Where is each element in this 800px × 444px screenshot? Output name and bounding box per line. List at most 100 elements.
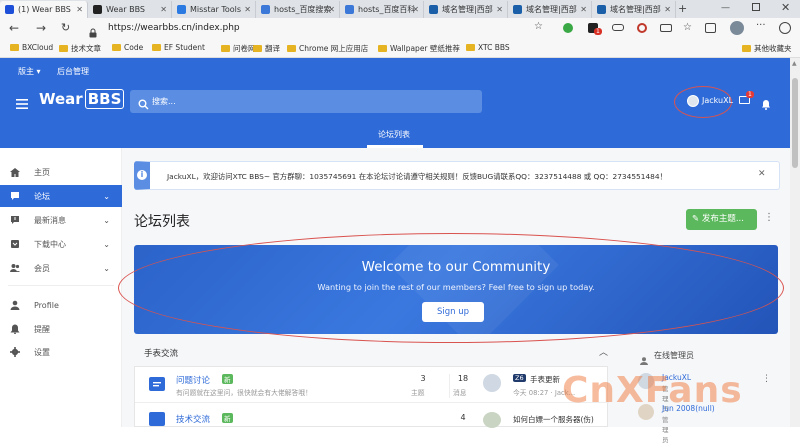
sidebar-item[interactable]: 设置 <box>0 341 122 363</box>
folder-icon <box>10 44 19 51</box>
favorites-icon[interactable]: ☆ <box>683 22 692 33</box>
notice-close-icon[interactable]: ✕ <box>758 169 766 179</box>
admin-link[interactable]: 后台管理 <box>57 66 89 77</box>
chevron-down-icon[interactable]: ⌄ <box>103 240 110 249</box>
bookmark-item[interactable]: BXCloud <box>10 43 53 52</box>
tab-close-icon[interactable]: ✕ <box>580 5 587 14</box>
bookmark-item[interactable]: 问卷网 <box>221 43 256 54</box>
sidebar-item-label: 主页 <box>34 167 50 177</box>
browser-tab[interactable]: 域名管理|西部 ✕ <box>592 1 676 18</box>
last-post-title[interactable]: 如何白嫖一个服务器(伤) <box>513 414 594 425</box>
sidebar-item[interactable]: 最新消息 ⌄ <box>0 209 122 231</box>
forum-title[interactable]: 问题讨论 <box>176 374 210 386</box>
sidebar-item[interactable]: 下载中心 ⌄ <box>0 233 122 255</box>
menu-icon[interactable] <box>16 94 28 109</box>
chevron-down-icon[interactable]: ⌄ <box>103 264 110 273</box>
sidebar-item-label: 下载中心 <box>34 239 66 249</box>
tab-close-icon[interactable]: ✕ <box>76 5 83 14</box>
browser-tab[interactable]: 域名管理|西部 ✕ <box>424 1 508 18</box>
minimize-button[interactable]: — <box>721 3 730 13</box>
sidebar-item[interactable]: Profile <box>0 294 122 316</box>
star-icon[interactable]: ☆ <box>534 21 543 32</box>
mail-badge: 1 <box>746 91 754 98</box>
other-bookmarks-folder[interactable]: 其他收藏夹 <box>742 43 792 54</box>
sidebar-item[interactable]: 提醒 <box>0 318 122 340</box>
gear-icon <box>10 347 20 357</box>
notification-bell-icon[interactable] <box>761 95 771 110</box>
tab-title: hosts_百度百科 <box>358 5 416 14</box>
collections-icon[interactable] <box>705 23 716 33</box>
user-name[interactable]: JackuXL <box>702 96 733 105</box>
bookmark-item[interactable]: 翻译 <box>253 43 280 54</box>
bookmark-item[interactable]: EF Student <box>152 43 205 52</box>
last-post-title[interactable]: 手表更新 <box>530 374 560 385</box>
extension-icon-1[interactable] <box>563 23 573 33</box>
bookmark-item[interactable]: Wallpaper 壁纸推荐 <box>378 43 460 54</box>
extension-icon-4[interactable] <box>637 23 647 33</box>
tab-forum-list[interactable]: 论坛列表 <box>378 129 410 140</box>
scroll-thumb[interactable] <box>792 78 798 168</box>
bookmark-item[interactable]: Code <box>112 43 143 52</box>
site-top-nav: 版主 ▾ 后台管理 <box>0 58 790 84</box>
browser-tab[interactable]: Misstar Tools ✕ <box>172 1 256 18</box>
feedback-icon[interactable] <box>779 22 791 34</box>
browser-tab[interactable]: Wear BBS ✕ <box>88 1 172 18</box>
tab-close-icon[interactable]: ✕ <box>664 5 671 14</box>
site-logo[interactable]: Wear BBS <box>39 89 125 109</box>
sidebar-item[interactable]: 主页 <box>0 161 122 183</box>
tab-favicon <box>429 5 438 14</box>
back-button[interactable]: ← <box>9 21 19 35</box>
sidebar: 主页 论坛 ⌄ 最新消息 ⌄ 下载中心 ⌄ 会员 ⌄ Profile 提醒 设置 <box>0 148 122 427</box>
tab-close-icon[interactable]: ✕ <box>244 5 251 14</box>
sidebar-item[interactable]: 论坛 ⌄ <box>0 185 122 207</box>
scroll-up-icon[interactable]: ▲ <box>792 60 797 67</box>
new-tab-button[interactable]: + <box>678 2 687 15</box>
chevron-down-icon[interactable]: ⌄ <box>103 216 110 225</box>
browser-tab[interactable]: hosts_百度搜索 ✕ <box>256 1 340 18</box>
forum-title[interactable]: 技术交流 <box>176 413 210 425</box>
search-input[interactable]: 搜索... <box>152 96 176 107</box>
tab-close-icon[interactable]: ✕ <box>496 5 503 14</box>
tab-close-icon[interactable]: ✕ <box>160 5 167 14</box>
maximize-button[interactable] <box>752 3 760 11</box>
folder-icon <box>152 44 161 51</box>
tab-close-icon[interactable]: ✕ <box>328 5 335 14</box>
forward-button[interactable]: → <box>36 21 46 35</box>
edition-menu[interactable]: 版主 ▾ <box>18 66 41 77</box>
bookmark-item[interactable]: Chrome 网上应用店 <box>287 43 368 54</box>
last-post-avatar[interactable] <box>483 412 501 428</box>
search-icon <box>138 95 149 110</box>
page-scrollbar[interactable]: ▲ <box>790 58 800 427</box>
forum-row-1[interactable]: 技术交流 新 4 如何白嫖一个服务器(伤) <box>135 403 609 428</box>
watermark-logo: CnXFans <box>562 370 743 411</box>
search-box[interactable]: 搜索... <box>130 90 482 113</box>
bookmark-item[interactable]: XTC BBS <box>466 43 510 52</box>
chevron-down-icon[interactable]: ⌄ <box>103 192 110 201</box>
tab-title: Misstar Tools <box>190 5 242 14</box>
browser-toolbar: ← → ↻ https://wearbbs.cn/index.php ☆ 1 ☆… <box>0 18 800 40</box>
last-post-avatar[interactable] <box>483 374 501 392</box>
browser-tab[interactable]: hosts_百度百科 ✕ <box>340 1 424 18</box>
edition-label: 版主 <box>18 67 34 76</box>
section-collapse-icon[interactable]: ︿ <box>599 345 608 358</box>
close-window-button[interactable]: ✕ <box>781 1 790 14</box>
extension-icon-5[interactable] <box>660 24 672 32</box>
forum-row-0[interactable]: 问题讨论 新 有问题就在这里问，很快就会有大佬解答哦！ 3 主题 18 消息 Z… <box>135 367 609 403</box>
post-topic-button[interactable]: ✎ 发布主题... <box>686 209 757 230</box>
post-topic-label: 发布主题... <box>701 214 744 224</box>
tab-close-icon[interactable]: ✕ <box>412 5 419 14</box>
user-avatar[interactable] <box>687 95 699 107</box>
sidebar-item-label: 设置 <box>34 347 50 357</box>
browser-tab[interactable]: 域名管理|西部 ✕ <box>508 1 592 18</box>
sidebar-item-label: Profile <box>34 300 59 310</box>
browser-tab[interactable]: (1) Wear BBS ✕ <box>0 1 88 18</box>
staff-more-icon[interactable]: ⋮ <box>762 374 771 384</box>
more-icon[interactable]: ··· <box>756 20 766 31</box>
url-field[interactable]: https://wearbbs.cn/index.php <box>108 23 240 33</box>
refresh-button[interactable]: ↻ <box>61 21 70 34</box>
bookmark-item[interactable]: 技术文章 <box>59 43 101 54</box>
profile-avatar[interactable] <box>730 21 744 35</box>
extension-icon-3[interactable] <box>612 24 624 31</box>
more-options-icon[interactable]: ⋮ <box>764 212 774 223</box>
sidebar-item[interactable]: 会员 ⌄ <box>0 257 122 279</box>
